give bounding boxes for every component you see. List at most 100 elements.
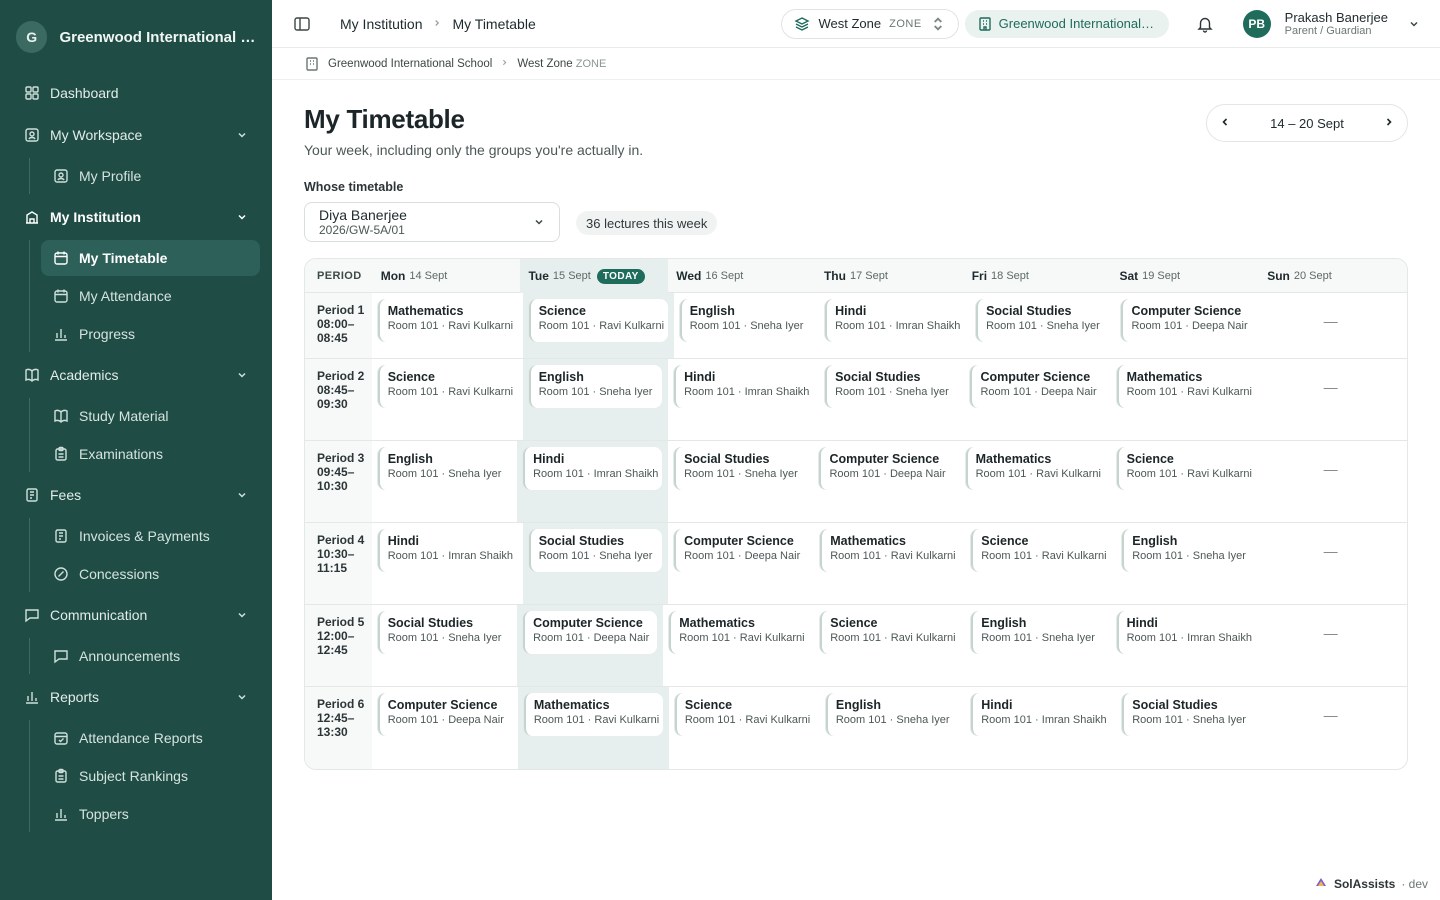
sidebar-item-invoices-payments[interactable]: Invoices & Payments: [41, 518, 260, 554]
today-badge: TODAY: [596, 268, 645, 284]
lecture-card[interactable]: Hindi Room 101 · Imran Shaikh: [971, 693, 1111, 736]
day-header-wed: Wed 16 Sept: [668, 259, 816, 293]
day-cell: Science Room 101 · Ravi Kulkarni: [814, 605, 965, 686]
sidebar-item-announcements[interactable]: Announcements: [41, 638, 260, 674]
sidebar-item-label: Dashboard: [50, 85, 119, 101]
sidebar-item-my-attendance[interactable]: My Attendance: [41, 278, 260, 314]
period-time: 08:00–08:45: [317, 317, 355, 345]
user-menu[interactable]: Prakash Banerjee Parent / Guardian: [1285, 10, 1388, 37]
chevron-right-icon[interactable]: [1383, 116, 1395, 131]
chevron-down-icon: [236, 129, 248, 141]
sidebar-item-progress[interactable]: Progress: [41, 316, 260, 352]
lecture-card[interactable]: Mathematics Room 101 · Ravi Kulkarni: [965, 447, 1105, 490]
lecture-card[interactable]: Social Studies Room 101 · Sneha Iyer: [825, 365, 959, 408]
lecture-card[interactable]: Mathematics Room 101 · Ravi Kulkarni: [1116, 365, 1256, 408]
sidebar-item-label: Invoices & Payments: [79, 528, 210, 544]
lecture-card[interactable]: English Room 101 · Sneha Iyer: [679, 299, 814, 342]
day-cell: Hindi Room 101 · Imran Shaikh: [668, 359, 819, 440]
lecture-card[interactable]: Computer Science Room 101 · Deepa Nair: [377, 693, 512, 736]
lecture-card[interactable]: English Room 101 · Sneha Iyer: [825, 693, 960, 736]
lecture-card[interactable]: Mathematics Room 101 · Ravi Kulkarni: [523, 693, 663, 736]
sidebar-item-toppers[interactable]: Toppers: [41, 796, 260, 832]
day-cell: English Room 101 · Sneha Iyer: [372, 441, 517, 522]
sidebar-item-study-material[interactable]: Study Material: [41, 398, 260, 434]
period-cell: Period 6 12:45–13:30: [305, 687, 372, 769]
lecture-card[interactable]: Social Studies Room 101 · Sneha Iyer: [377, 611, 512, 654]
lecture-card[interactable]: Social Studies Room 101 · Sneha Iyer: [1122, 693, 1256, 736]
lecture-card[interactable]: Mathematics Room 101 · Ravi Kulkarni: [669, 611, 809, 654]
sidebar-item-label: Progress: [79, 326, 136, 342]
school-selector[interactable]: Greenwood International School: [964, 9, 1169, 38]
lecture-card[interactable]: Computer Science Room 101 · Deepa Nair: [1121, 299, 1256, 342]
lecture-card[interactable]: Science Room 101 · Ravi Kulkarni: [528, 299, 668, 342]
lecture-card[interactable]: Hindi Room 101 · Imran Shaikh: [1116, 611, 1256, 654]
lecture-card[interactable]: Hindi Room 101 · Imran Shaikh: [825, 299, 965, 342]
lecture-card[interactable]: Mathematics Room 101 · Ravi Kulkarni: [377, 299, 517, 342]
lecture-card[interactable]: Hindi Room 101 · Imran Shaikh: [674, 365, 814, 408]
sidebar-item-dashboard[interactable]: Dashboard: [12, 74, 260, 112]
lecture-card[interactable]: Computer Science Room 101 · Deepa Nair: [970, 365, 1105, 408]
sidebar-item-concessions[interactable]: Concessions: [41, 556, 260, 592]
lecture-meta: Room 101 · Deepa Nair: [387, 714, 504, 726]
sidebar-item-label: Examinations: [79, 446, 164, 462]
lecture-card[interactable]: English Room 101 · Sneha Iyer: [528, 365, 663, 408]
lecture-card[interactable]: Science Room 101 · Ravi Kulkarni: [1116, 447, 1256, 490]
lecture-card[interactable]: English Room 101 · Sneha Iyer: [377, 447, 512, 490]
school-switcher[interactable]: G Greenwood International School: [0, 0, 272, 74]
chevron-left-icon[interactable]: [1219, 116, 1231, 131]
lecture-card[interactable]: Science Room 101 · Ravi Kulkarni: [674, 693, 814, 736]
context-zone: West Zone ZONE: [517, 58, 606, 70]
sidebar-item-attendance-reports[interactable]: Attendance Reports: [41, 720, 260, 756]
chevron-right-icon: [432, 17, 442, 31]
lecture-card[interactable]: Hindi Room 101 · Imran Shaikh: [377, 529, 517, 572]
student-select[interactable]: Diya Banerjee 2026/GW-5A/01: [304, 202, 560, 242]
period-cell: Period 2 08:45–09:30: [305, 359, 372, 440]
lecture-card[interactable]: Science Room 101 · Ravi Kulkarni: [377, 365, 517, 408]
chevron-down-icon[interactable]: [1408, 18, 1420, 30]
lecture-card[interactable]: Hindi Room 101 · Imran Shaikh: [523, 447, 663, 490]
bar-chart-icon: [53, 326, 69, 342]
discount-icon: [53, 566, 69, 582]
sidebar-item-subject-rankings[interactable]: Subject Rankings: [41, 758, 260, 794]
sidebar-group-label: My Institution: [50, 209, 141, 225]
brand-logo-icon: [1314, 875, 1328, 892]
lecture-card[interactable]: Science Room 101 · Ravi Kulkarni: [971, 529, 1111, 572]
avatar[interactable]: PB: [1242, 9, 1271, 38]
period-cell: Period 5 12:00–12:45: [305, 605, 372, 686]
day-cell: Hindi Room 101 · Imran Shaikh: [819, 293, 970, 358]
lecture-card[interactable]: Social Studies Room 101 · Sneha Iyer: [528, 529, 663, 572]
lecture-card[interactable]: Social Studies Room 101 · Sneha Iyer: [976, 299, 1110, 342]
lecture-card[interactable]: Mathematics Room 101 · Ravi Kulkarni: [820, 529, 960, 572]
sidebar-group-communication[interactable]: Communication: [12, 596, 260, 634]
zone-selector[interactable]: West Zone ZONE: [781, 8, 959, 39]
lecture-subject: Social Studies: [986, 304, 1072, 318]
day-cell: Computer Science Room 101 · Deepa Nair: [668, 523, 814, 604]
lecture-card[interactable]: English Room 101 · Sneha Iyer: [1122, 529, 1256, 572]
empty-slot: —: [1323, 313, 1338, 329]
sidebar-item-examinations[interactable]: Examinations: [41, 436, 260, 472]
lecture-meta: Room 101 · Ravi Kulkarni: [387, 386, 514, 398]
sidebar-toggle-icon[interactable]: [292, 14, 312, 34]
day-cell: Hindi Room 101 · Imran Shaikh: [1111, 605, 1262, 686]
sidebar-group-fees[interactable]: Fees: [12, 476, 260, 514]
lecture-card[interactable]: Social Studies Room 101 · Sneha Iyer: [674, 447, 808, 490]
lecture-subject: Science: [830, 616, 878, 630]
sidebar-group-my-institution[interactable]: My Institution: [12, 198, 260, 236]
bell-icon[interactable]: [1187, 6, 1223, 42]
lecture-card[interactable]: Computer Science Room 101 · Deepa Nair: [819, 447, 954, 490]
lecture-meta: Room 101 · Imran Shaikh: [1126, 632, 1252, 644]
lecture-card[interactable]: Science Room 101 · Ravi Kulkarni: [820, 611, 960, 654]
sidebar-item-my-profile[interactable]: My Profile: [41, 158, 260, 194]
sidebar-group-my-workspace[interactable]: My Workspace: [12, 116, 260, 154]
lecture-meta: Room 101 · Ravi Kulkarni: [830, 550, 956, 562]
sidebar-group-reports[interactable]: Reports: [12, 678, 260, 716]
week-range: 14 – 20 Sept: [1270, 115, 1344, 131]
lecture-card[interactable]: Computer Science Room 101 · Deepa Nair: [674, 529, 809, 572]
lecture-meta: Room 101 · Ravi Kulkarni: [975, 468, 1101, 480]
breadcrumb-parent[interactable]: My Institution: [340, 16, 422, 32]
context-school[interactable]: Greenwood International School: [328, 58, 492, 70]
sidebar-item-my-timetable[interactable]: My Timetable: [41, 240, 260, 276]
lecture-card[interactable]: Computer Science Room 101 · Deepa Nair: [523, 611, 658, 654]
sidebar-group-academics[interactable]: Academics: [12, 356, 260, 394]
lecture-card[interactable]: English Room 101 · Sneha Iyer: [971, 611, 1105, 654]
